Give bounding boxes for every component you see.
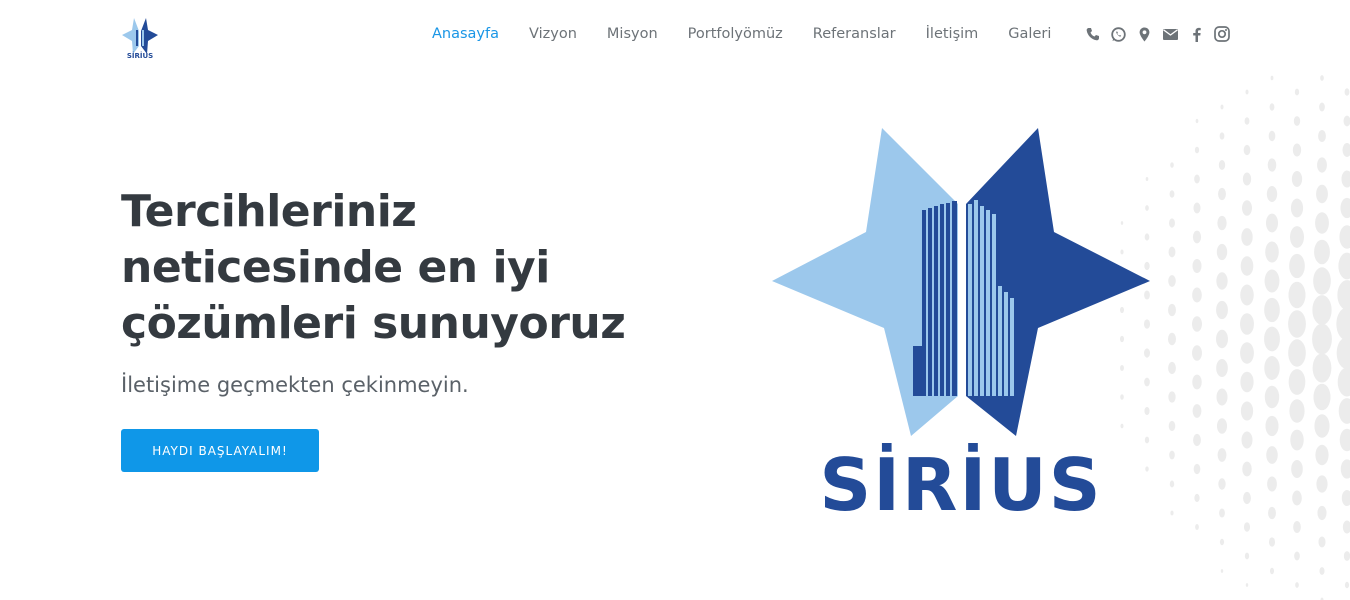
nav-item-iletisim[interactable]: İletişim	[926, 24, 979, 44]
nav-item-portfolyomuz[interactable]: Portfolyömüz	[688, 24, 783, 44]
brand-logo-text: SİRİUS	[127, 51, 153, 60]
get-started-button[interactable]: HAYDI BAŞLAYALIM!	[121, 429, 319, 472]
nav-item-galeri[interactable]: Galeri	[1008, 24, 1051, 44]
nav-item-referanslar[interactable]: Referanslar	[813, 24, 896, 44]
hero-title: Tercihleriniz neticesinde en iyi çözümle…	[121, 186, 626, 349]
phone-icon[interactable]	[1084, 25, 1100, 43]
main-nav: Anasayfa Vizyon Misyon Portfolyömüz Refe…	[432, 24, 1081, 44]
mail-icon[interactable]	[1162, 25, 1178, 43]
nav-item-anasayfa[interactable]: Anasayfa	[432, 24, 499, 44]
instagram-icon[interactable]	[1214, 25, 1230, 43]
nav-item-vizyon[interactable]: Vizyon	[529, 24, 577, 44]
facebook-icon[interactable]	[1188, 25, 1204, 43]
site-header: SİRİUS Anasayfa Vizyon Misyon Portfolyöm…	[0, 0, 1350, 68]
brand-logo[interactable]: SİRİUS	[121, 16, 159, 60]
whatsapp-icon[interactable]	[1110, 25, 1126, 43]
hero-subtitle: İletişime geçmekten çekinmeyin.	[121, 373, 469, 397]
nav-item-misyon[interactable]: Misyon	[607, 24, 658, 44]
sirius-logo-text: SİRİUS	[819, 443, 1102, 518]
sirius-logo-large: SİRİUS	[770, 126, 1152, 527]
map-pin-icon[interactable]	[1136, 25, 1152, 43]
social-links	[1084, 24, 1240, 44]
